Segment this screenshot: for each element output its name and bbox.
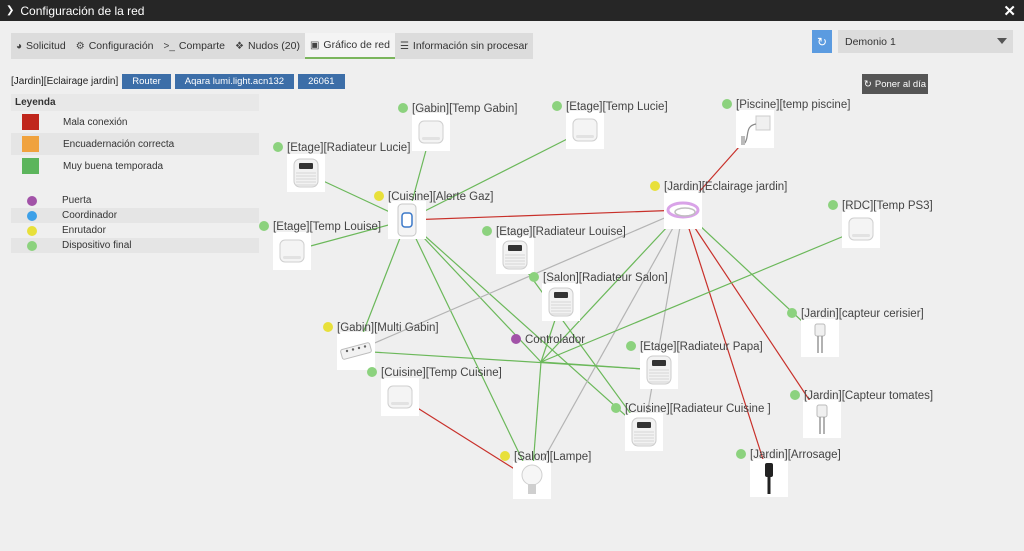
node-status-dot — [482, 226, 492, 236]
thermostat-icon — [287, 154, 325, 192]
red-swatch — [22, 114, 39, 130]
node-label: [Jardin][Arrosage] — [750, 449, 841, 461]
thermostat-icon — [496, 236, 534, 274]
node-label: [Cuisine][Alerte Gaz] — [388, 191, 493, 203]
node-jardin_arrosage[interactable]: [Jardin][Arrosage] — [736, 449, 841, 497]
node-label: [Piscine][temp piscine] — [736, 99, 850, 111]
node-etage_rad_louise[interactable]: [Etage][Radiateur Louise] — [482, 226, 626, 274]
node-status-dot — [529, 272, 539, 282]
node-cuisine_temp[interactable]: [Cuisine][Temp Cuisine] — [367, 367, 502, 416]
node-jardin_tomates[interactable]: [Jardin][Capteur tomates] — [790, 390, 933, 438]
node-status-dot — [511, 334, 521, 344]
node-label: [Salon][Radiateur Salon] — [543, 272, 668, 284]
node-label: [Jardin][Eclairage jardin] — [664, 181, 787, 193]
light-strip-icon — [664, 191, 702, 229]
node-status-dot — [626, 341, 636, 351]
node-label: [Jardin][Capteur tomates] — [804, 390, 933, 402]
soil-sensor-icon — [803, 400, 841, 438]
valve-icon — [750, 459, 788, 497]
node-label: [Etage][Temp Louise] — [273, 221, 381, 233]
node-gabin_multi[interactable]: [Gabin][Multi Gabin] — [323, 322, 439, 370]
node-gabin_temp[interactable]: [Gabin][Temp Gabin] — [398, 103, 517, 151]
thermostat-icon — [542, 283, 580, 321]
node-status-dot — [398, 103, 408, 113]
node-status-dot — [374, 191, 384, 201]
node-status-dot — [722, 99, 732, 109]
node-jardin_cerisier[interactable]: [Jardin][capteur cerisier] — [787, 308, 924, 357]
sensor-square-icon — [566, 111, 604, 149]
node-label: [Cuisine][Radiateur Cuisine ] — [625, 403, 771, 415]
orange-swatch — [22, 136, 39, 152]
node-etage_rad_lucie[interactable]: [Etage][Radiateur Lucie] — [273, 142, 410, 192]
node-status-dot — [736, 449, 746, 459]
green-swatch — [22, 158, 39, 174]
node-cuisine_gaz[interactable]: [Cuisine][Alerte Gaz] — [374, 191, 493, 239]
node-label: [Cuisine][Temp Cuisine] — [381, 367, 502, 379]
node-label: Controlador — [525, 334, 585, 346]
node-status-dot — [259, 221, 269, 231]
node-rdc_ps3[interactable]: [RDC][Temp PS3] — [828, 200, 933, 248]
node-etage_temp_louise[interactable]: [Etage][Temp Louise] — [259, 221, 381, 270]
legend-item-bad-link: Mala conexión — [11, 111, 259, 133]
node-label: [Gabin][Temp Gabin] — [412, 103, 517, 115]
power-strip-icon — [337, 332, 375, 370]
link-cuisine_gaz-jardin_eclairage — [406, 209, 684, 221]
node-status-dot — [611, 403, 621, 413]
node-status-dot — [500, 451, 510, 461]
node-status-dot — [790, 390, 800, 400]
legend-item-gateway: Puerta — [11, 193, 259, 208]
node-status-dot — [787, 308, 797, 318]
node-salon_rad[interactable]: [Salon][Radiateur Salon] — [529, 272, 668, 321]
purple-dot-icon — [27, 195, 37, 206]
node-status-dot — [273, 142, 283, 152]
node-salon_lampe[interactable]: [Salon][Lampe] — [500, 451, 591, 499]
node-cuisine_rad[interactable]: [Cuisine][Radiateur Cuisine ] — [611, 403, 771, 451]
legend-panel: Leyenda Mala conexión Encuadernación cor… — [11, 94, 259, 253]
sensor-square-icon — [381, 378, 419, 416]
blue-dot-icon — [27, 210, 37, 221]
legend-item-good-link: Muy buena temporada — [11, 155, 259, 177]
node-jardin_eclairage[interactable]: [Jardin][Eclairage jardin] — [650, 181, 787, 229]
node-label: [RDC][Temp PS3] — [842, 200, 933, 212]
legend-item-ok-link: Encuadernación correcta — [11, 133, 259, 155]
node-etage_rad_papa[interactable]: [Etage][Radiateur Papa] — [626, 341, 763, 389]
node-status-dot — [828, 200, 838, 210]
yellow-dot-icon — [27, 225, 37, 236]
node-label: [Jardin][capteur cerisier] — [801, 308, 924, 320]
legend-item-end-device: Dispositivo final — [11, 238, 259, 253]
node-label: [Gabin][Multi Gabin] — [337, 322, 439, 334]
node-label: [Etage][Radiateur Lucie] — [287, 142, 410, 154]
node-piscine[interactable]: [Piscine][temp piscine] — [722, 99, 850, 148]
sensor-square-icon — [273, 232, 311, 270]
node-controlador[interactable]: Controlador — [511, 334, 585, 346]
green-dot-icon — [27, 240, 37, 251]
node-status-dot — [650, 181, 660, 191]
probe-icon — [736, 110, 774, 148]
node-status-dot — [367, 367, 377, 377]
sensor-square-icon — [842, 210, 880, 248]
sensor-square-icon — [412, 113, 450, 151]
node-etage_temp_lucie[interactable]: [Etage][Temp Lucie] — [552, 101, 668, 149]
gas-detector-icon — [388, 201, 426, 239]
node-status-dot — [552, 101, 562, 111]
node-label: [Salon][Lampe] — [514, 451, 591, 463]
legend-item-coordinator: Coordinador — [11, 208, 259, 223]
soil-sensor-icon — [801, 319, 839, 357]
node-label: [Etage][Radiateur Papa] — [640, 341, 763, 353]
node-status-dot — [323, 322, 333, 332]
network-graph[interactable]: [Gabin][Temp Gabin] [Etage][Temp Lucie] [P… — [0, 0, 1024, 551]
node-label: [Etage][Temp Lucie] — [566, 101, 668, 113]
link-jardin_eclairage-cuisine_rad — [643, 209, 684, 433]
thermostat-icon — [640, 351, 678, 389]
bulb-icon — [513, 461, 551, 499]
legend-item-router: Enrutador — [11, 223, 259, 238]
node-label: [Etage][Radiateur Louise] — [496, 226, 626, 238]
legend-title: Leyenda — [11, 94, 259, 111]
thermostat-icon — [625, 413, 663, 451]
